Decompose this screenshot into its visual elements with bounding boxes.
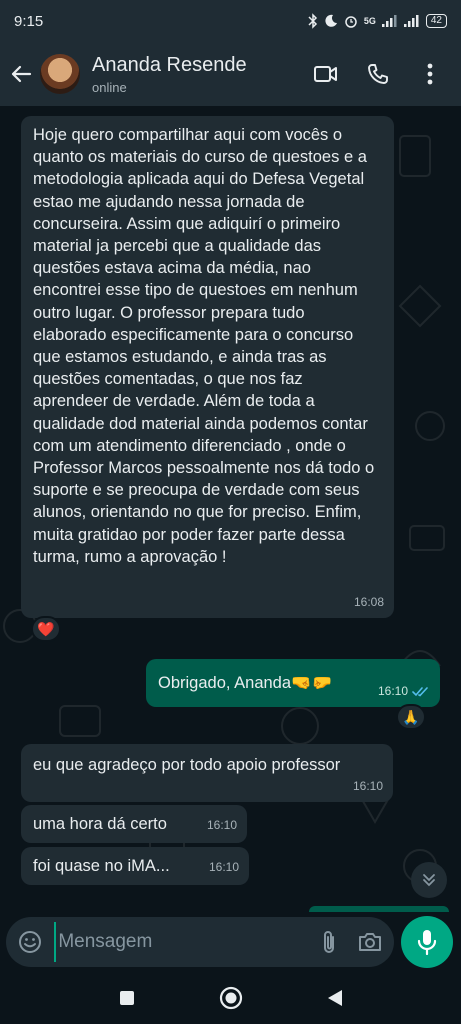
reaction-badge[interactable]: ❤️	[31, 616, 61, 642]
scroll-down-icon[interactable]	[411, 862, 447, 898]
message-bubble-incoming[interactable]: uma hora dá certo 16:10	[21, 805, 247, 843]
network-type-label: 5G	[363, 16, 376, 26]
message-meta: 16:08	[354, 591, 384, 613]
contact-name: Ananda Resende	[92, 53, 247, 76]
message-text: uma hora dá certo	[33, 815, 167, 833]
status-time: 9:15	[14, 12, 44, 30]
contact-status: online	[92, 79, 127, 95]
back-nav-icon[interactable]	[322, 985, 348, 1011]
contact-info[interactable]: Ananda Resende online	[92, 54, 247, 95]
message-text: eu que agradeço por todo apoio professor	[33, 756, 341, 774]
alarm-icon	[345, 16, 357, 28]
message-input[interactable]	[54, 922, 304, 962]
heart-reaction-icon: ❤️	[37, 620, 55, 637]
input-pill	[6, 917, 394, 967]
home-icon[interactable]	[218, 985, 244, 1011]
chat-area[interactable]: Hoje quero compartilhar aqui com vocês o…	[0, 106, 461, 912]
battery-indicator: 42	[425, 14, 447, 28]
message-time: 16:08	[353, 595, 384, 609]
message-time: 16:10	[352, 779, 383, 793]
message-bubble-outgoing[interactable]: Obrigado, Ananda🤜🤛 16:10	[146, 659, 440, 707]
message-meta: 16:10	[353, 775, 383, 797]
message-bubble-incoming[interactable]: foi quase no iMA... 16:10	[21, 847, 249, 885]
message-composer	[0, 912, 461, 972]
chat-header: Ananda Resende online	[0, 42, 461, 106]
reaction-badge[interactable]: 🙏	[396, 704, 426, 730]
read-ticks-icon	[412, 686, 428, 696]
signal-icon-2	[403, 15, 419, 27]
more-options-icon[interactable]	[417, 61, 443, 87]
phone-icon[interactable]	[365, 61, 391, 87]
message-meta: 16:10	[378, 680, 430, 702]
message-bubble-incoming[interactable]: eu que agradeço por todo apoio professor…	[21, 744, 393, 802]
message-meta: 16:10	[209, 856, 239, 878]
message-time: 16:10	[206, 818, 237, 832]
status-icons: 5G 42	[308, 13, 447, 29]
video-call-icon[interactable]	[313, 61, 339, 87]
message-text: Hoje quero compartilhar aqui com vocês o…	[33, 126, 375, 566]
attach-icon[interactable]	[315, 927, 343, 957]
message-time: 16:10	[377, 684, 408, 698]
system-nav-bar	[0, 972, 461, 1024]
message-time: 16:10	[208, 860, 239, 874]
pray-reaction-icon: 🙏	[402, 708, 420, 725]
message-meta: 16:10	[207, 814, 237, 836]
dnd-moon-icon	[325, 14, 337, 27]
message-bubble-incoming[interactable]: Hoje quero compartilhar aqui com vocês o…	[21, 116, 394, 618]
signal-icon	[381, 15, 397, 27]
message-text: foi quase no iMA...	[33, 857, 170, 875]
header-actions	[313, 61, 453, 87]
status-bar: 9:15 5G 42	[0, 0, 461, 42]
emoji-icon[interactable]	[16, 927, 44, 957]
camera-icon[interactable]	[356, 927, 384, 957]
recents-icon[interactable]	[114, 985, 140, 1011]
mic-icon[interactable]	[401, 916, 453, 968]
bluetooth-icon	[308, 13, 317, 29]
back-arrow-icon[interactable]	[8, 61, 34, 87]
avatar[interactable]	[40, 54, 80, 94]
